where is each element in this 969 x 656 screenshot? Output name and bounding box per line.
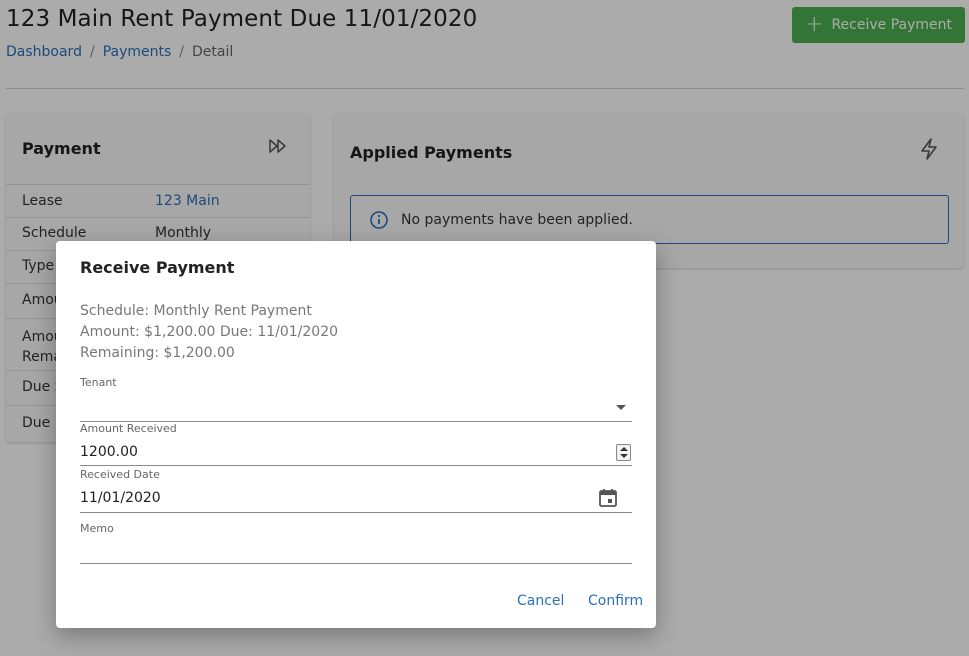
memo-input[interactable]: [80, 542, 580, 558]
calendar-icon[interactable]: [598, 488, 618, 508]
stepper-up-icon[interactable]: [620, 447, 628, 451]
chevron-down-icon: [616, 405, 626, 410]
confirm-button[interactable]: Confirm: [588, 593, 643, 609]
date-underline: [80, 512, 632, 513]
amount-due-info: Amount: $1,200.00 Due: 11/01/2020: [80, 324, 339, 340]
stepper-down-icon[interactable]: [620, 454, 628, 458]
amount-received-label: Amount Received: [80, 422, 177, 435]
amount-stepper[interactable]: [616, 444, 631, 461]
amount-received-field: Amount Received: [80, 422, 632, 466]
memo-field: Memo: [80, 522, 632, 564]
received-date-input[interactable]: [80, 490, 580, 506]
memo-label: Memo: [80, 522, 114, 535]
amount-received-input[interactable]: [80, 444, 580, 460]
tenant-label: Tenant: [80, 376, 117, 389]
memo-underline: [80, 563, 632, 564]
amount-underline: [80, 465, 632, 466]
remaining-info: Remaining: $1,200.00: [80, 345, 235, 361]
tenant-select[interactable]: Tenant: [80, 376, 632, 422]
received-date-field: Received Date: [80, 468, 632, 513]
received-date-label: Received Date: [80, 468, 160, 481]
schedule-info: Schedule: Monthly Rent Payment: [80, 303, 312, 319]
cancel-button[interactable]: Cancel: [517, 593, 564, 609]
dialog-title: Receive Payment: [80, 258, 235, 277]
receive-payment-dialog: Receive Payment Schedule: Monthly Rent P…: [56, 241, 656, 628]
